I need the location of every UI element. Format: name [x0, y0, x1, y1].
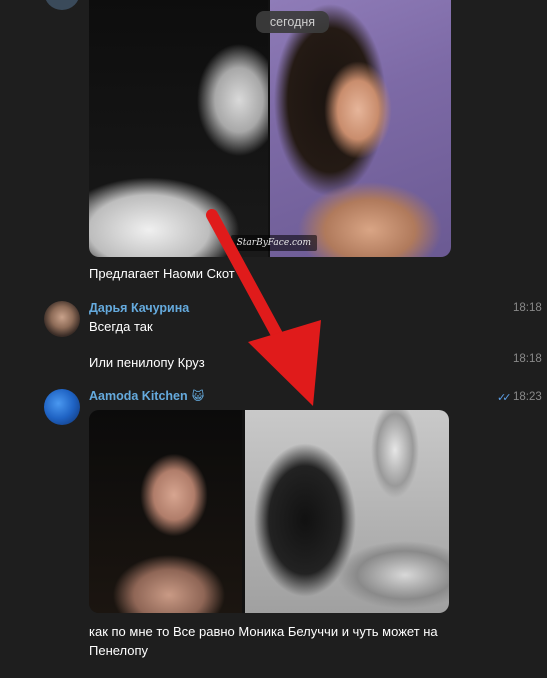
- sender-name[interactable]: Aamoda Kitchen 😺: [89, 389, 204, 403]
- photo-watermark: StarByFace.com: [230, 235, 317, 251]
- photo-color-portrait[interactable]: [89, 410, 242, 613]
- sender-name-text: Aamoda Kitchen: [89, 389, 188, 403]
- message-text-line: как по мне то Все равно Моника Белуччи и…: [89, 624, 438, 639]
- avatar[interactable]: [44, 0, 80, 10]
- message-text: Или пенилопу Круз: [89, 355, 205, 370]
- message-text: как по мне то Все равно Моника Белуччи и…: [89, 622, 438, 660]
- chat-history[interactable]: сегодня StarByFace.com Предлагает Наоми …: [0, 0, 547, 678]
- message-text-line: Пенелопу: [89, 643, 149, 658]
- read-check-icon: ✓✓: [497, 392, 512, 404]
- message-time: 18:23: [513, 391, 542, 403]
- date-separator: сегодня: [256, 11, 329, 33]
- sender-name[interactable]: Дарья Качурина: [89, 301, 189, 315]
- photo-collage[interactable]: StarByFace.com: [89, 0, 451, 257]
- message-time: 18:18: [513, 302, 542, 314]
- avatar[interactable]: [44, 389, 80, 425]
- photo-bw-profile[interactable]: [89, 0, 268, 257]
- photo-collage[interactable]: [89, 410, 449, 613]
- avatar[interactable]: [44, 301, 80, 337]
- message-text: Всегда так: [89, 319, 153, 334]
- cat-emoji-icon: 😺: [191, 389, 205, 403]
- message-time: 18:18: [513, 353, 542, 365]
- photo-bw-pose[interactable]: [245, 410, 449, 613]
- message-text: Предлагает Наоми Скот: [89, 266, 235, 281]
- photo-color-portrait[interactable]: [270, 0, 451, 257]
